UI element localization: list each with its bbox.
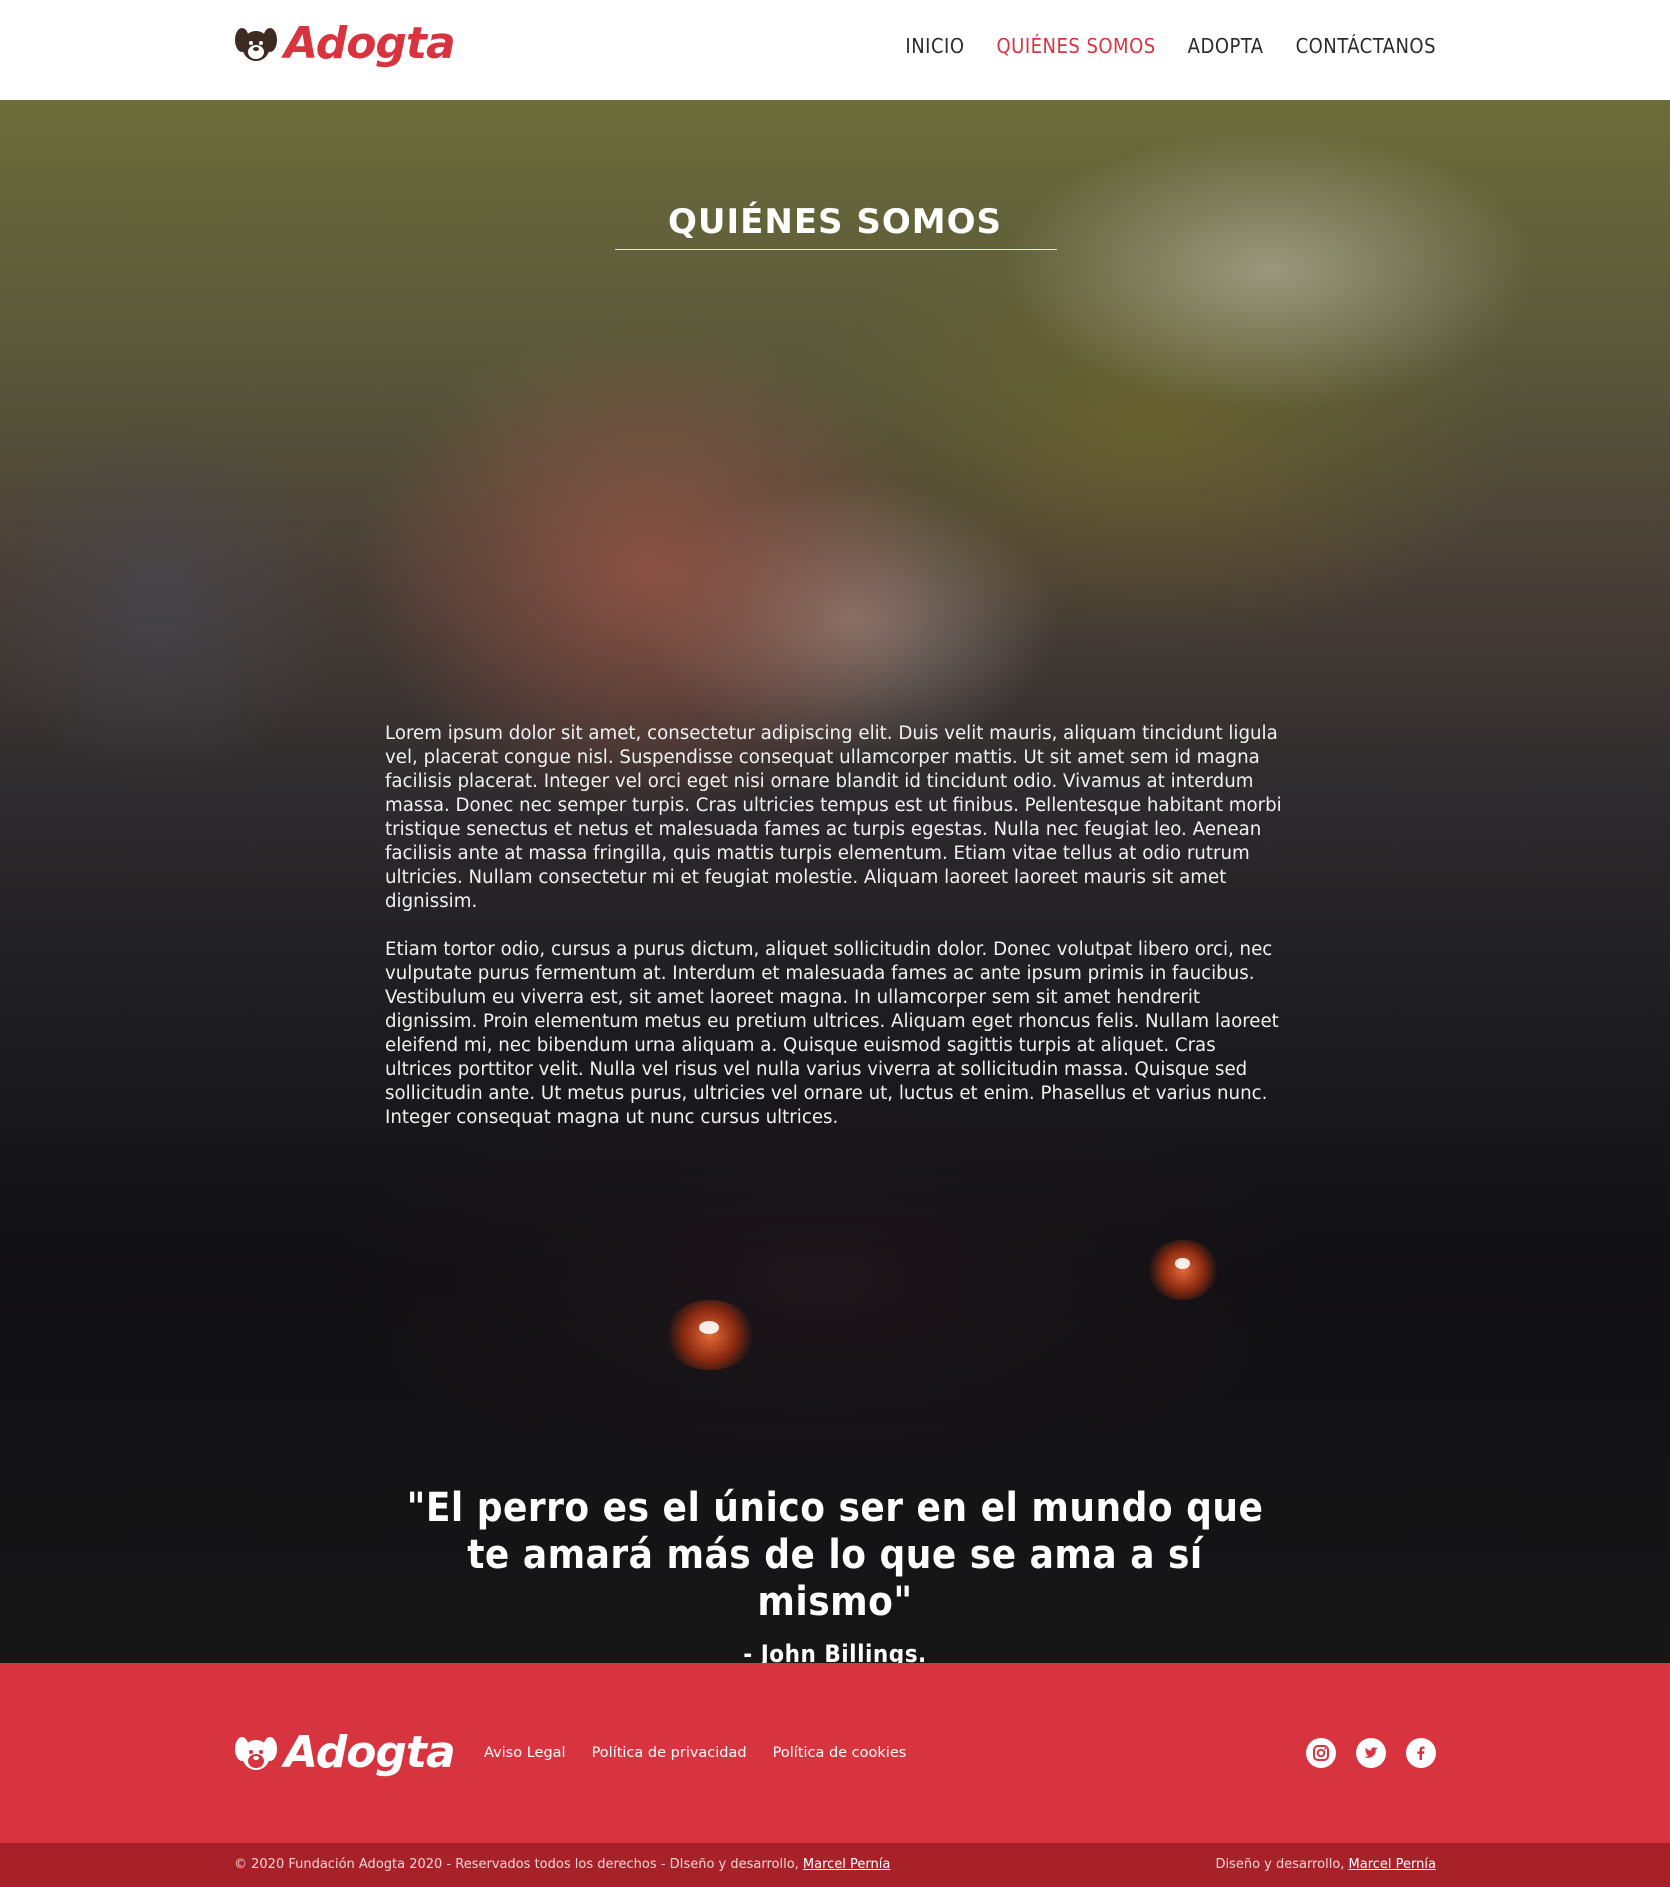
footer-links: Aviso Legal Política de privacidad Polít… — [484, 1745, 906, 1761]
footer-link-cookies[interactable]: Política de cookies — [773, 1745, 907, 1761]
copyright-prefix: © 2020 Fundación Adogta 2020 - Reservado… — [234, 1857, 803, 1872]
nav-item-inicio[interactable]: INICIO — [905, 34, 964, 58]
dog-logo-icon — [235, 28, 277, 61]
brand-logo-link[interactable]: Adogta — [234, 18, 456, 69]
about-text: Lorem ipsum dolor sit amet, consectetur … — [385, 722, 1285, 1154]
quote-block: "El perro es el único ser en el mundo qu… — [0, 1485, 1670, 1663]
copyright-text: © 2020 Fundación Adogta 2020 - Reservado… — [234, 1857, 890, 1872]
social-links — [1306, 1738, 1436, 1768]
footer-link-privacidad[interactable]: Política de privacidad — [592, 1745, 747, 1761]
about-paragraph-2: Etiam tortor odio, cursus a purus dictum… — [385, 939, 1279, 1128]
quote-author: - John Billings. — [743, 1640, 927, 1663]
about-hero-section: QUIÉNES SOMOS Lorem ipsum dolor sit amet… — [0, 100, 1670, 1663]
credit-prefix: Diseño y desarrollo, — [1215, 1857, 1349, 1872]
brand-name: Adogta — [284, 18, 456, 69]
nav-item-adopta[interactable]: ADOPTA — [1188, 34, 1264, 58]
main-nav: INICIO QUIÉNES SOMOS ADOPTA CONTÁCTANOS — [905, 34, 1436, 58]
title-divider — [615, 249, 1057, 250]
dog-eye-left — [665, 1300, 755, 1370]
credit-text: Diseño y desarrollo, Marcel Pernía — [1215, 1857, 1436, 1872]
copyright-bar: © 2020 Fundación Adogta 2020 - Reservado… — [0, 1843, 1670, 1887]
nav-item-contactanos[interactable]: CONTÁCTANOS — [1296, 34, 1436, 58]
quote-text: "El perro es el único ser en el mundo qu… — [406, 1485, 1264, 1625]
credit-author-link[interactable]: Marcel Pernía — [1349, 1857, 1436, 1872]
copyright-author-link[interactable]: Marcel Pernía — [803, 1857, 890, 1872]
about-paragraph-1: Lorem ipsum dolor sit amet, consectetur … — [385, 723, 1282, 912]
instagram-icon[interactable] — [1306, 1738, 1336, 1768]
dog-logo-icon — [235, 1737, 277, 1770]
facebook-icon[interactable] — [1406, 1738, 1436, 1768]
page-title: QUIÉNES SOMOS — [667, 202, 1002, 242]
nav-item-quienes-somos[interactable]: QUIÉNES SOMOS — [996, 34, 1155, 58]
footer-link-aviso-legal[interactable]: Aviso Legal — [484, 1745, 566, 1761]
twitter-icon[interactable] — [1356, 1738, 1386, 1768]
footer-brand-link[interactable]: Adogta — [234, 1727, 456, 1778]
site-footer: Adogta Aviso Legal Política de privacida… — [0, 1663, 1670, 1843]
footer-brand-name: Adogta — [284, 1727, 456, 1778]
site-header: Adogta INICIO QUIÉNES SOMOS ADOPTA CONTÁ… — [0, 0, 1670, 100]
dog-eye-right — [1148, 1240, 1218, 1300]
